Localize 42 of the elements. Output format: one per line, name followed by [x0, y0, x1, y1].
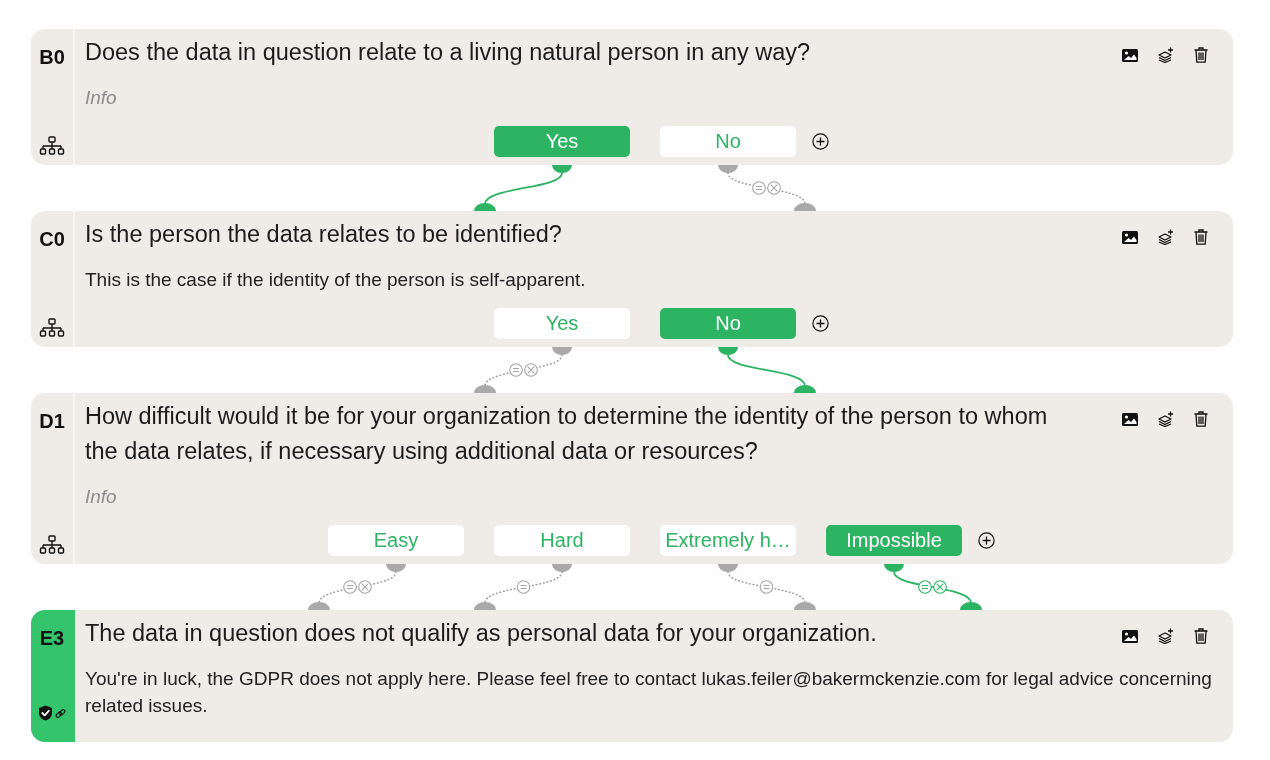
cross-circle-icon[interactable] [933, 580, 947, 594]
add-icon[interactable] [812, 133, 829, 150]
layers-plus-icon[interactable] [1158, 47, 1174, 63]
image-icon[interactable] [1122, 412, 1138, 426]
question-title: Does the data in question relate to a living natural person in any way? [85, 38, 812, 67]
trash-icon[interactable] [1194, 628, 1208, 644]
question-title: How difficult would it be for your organization to determine the identity of the person to whom the data relates, if necessary using additional data or resources? [85, 402, 1049, 466]
node-id: C0 [39, 227, 65, 251]
answer-button[interactable]: Impossible [826, 525, 962, 556]
layers-plus-icon[interactable] [1158, 411, 1174, 427]
image-icon[interactable] [1122, 48, 1138, 62]
answer-button[interactable]: Extremely h… [660, 525, 796, 556]
layers-plus-icon[interactable] [1158, 628, 1174, 644]
sitemap-icon[interactable] [39, 535, 65, 555]
description-field[interactable]: Info [85, 84, 1222, 111]
answer-button[interactable]: No [660, 308, 796, 339]
link-icon[interactable] [55, 707, 66, 719]
answer-button[interactable]: Hard [494, 525, 630, 556]
trash-icon[interactable] [1194, 229, 1208, 245]
add-icon[interactable] [978, 532, 995, 549]
outcome-title: The data in question does not qualify as personal data for your organization. [85, 619, 878, 648]
trash-icon[interactable] [1194, 411, 1208, 427]
image-icon[interactable] [1122, 230, 1138, 244]
description-field[interactable]: You're in luck, the GDPR does not apply here. Please feel free to contact lukas.feiler@bakermckenzie.com for legal advice concerning related issues. [85, 665, 1222, 719]
question-title: Is the person the data relates to be identified? [85, 220, 563, 249]
equals-icon[interactable] [918, 580, 932, 594]
shield-check-icon[interactable] [38, 705, 53, 721]
node-id: D1 [39, 409, 65, 433]
node-id: E3 [39, 626, 65, 650]
answer-button[interactable]: Yes [494, 308, 630, 339]
node-id: B0 [39, 45, 65, 69]
answer-button[interactable]: Easy [328, 525, 464, 556]
description-field[interactable]: This is the case if the identity of the person is self-apparent. [85, 266, 1222, 293]
answer-button[interactable]: No [660, 126, 796, 157]
sitemap-icon[interactable] [39, 318, 65, 338]
description-field[interactable]: Info [85, 483, 1222, 510]
sitemap-icon[interactable] [39, 136, 65, 156]
layers-plus-icon[interactable] [1158, 229, 1174, 245]
add-icon[interactable] [812, 315, 829, 332]
image-icon[interactable] [1122, 629, 1138, 643]
answer-button[interactable]: Yes [494, 126, 630, 157]
trash-icon[interactable] [1194, 47, 1208, 63]
